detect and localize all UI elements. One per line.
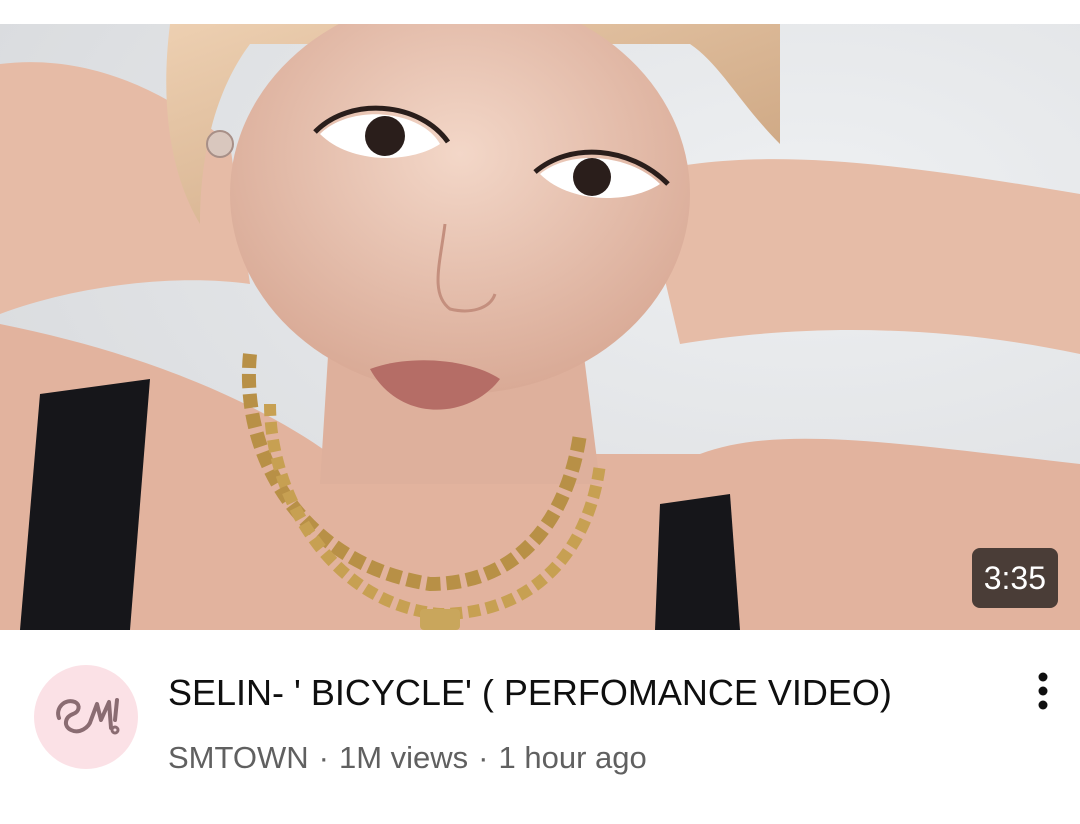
separator: ·	[318, 740, 329, 775]
video-subline: SMTOWN · 1M views · 1 hour ago	[168, 738, 647, 778]
duration-badge: 3:35	[971, 548, 1058, 608]
more-options-button[interactable]	[1020, 670, 1066, 716]
video-title[interactable]: SELIN- ' BICYCLE' ( PERFOMANCE VIDEO)	[168, 672, 988, 714]
view-count: 1M views	[338, 740, 469, 775]
video-meta: SELIN- ' BICYCLE' ( PERFOMANCE VIDEO) SM…	[0, 630, 1080, 824]
video-card[interactable]: 3:35 SELIN- ' BICYCLE' ( PERFOMANCE VIDE…	[0, 0, 1080, 824]
channel-avatar[interactable]	[34, 665, 138, 769]
video-thumbnail[interactable]: 3:35	[0, 24, 1080, 630]
sm-logo-icon	[51, 690, 121, 745]
channel-name[interactable]: SMTOWN	[168, 740, 309, 775]
more-vert-icon	[1037, 671, 1049, 716]
thumbnail-image	[0, 24, 1080, 630]
upload-age: 1 hour ago	[498, 740, 647, 775]
separator: ·	[478, 740, 489, 775]
